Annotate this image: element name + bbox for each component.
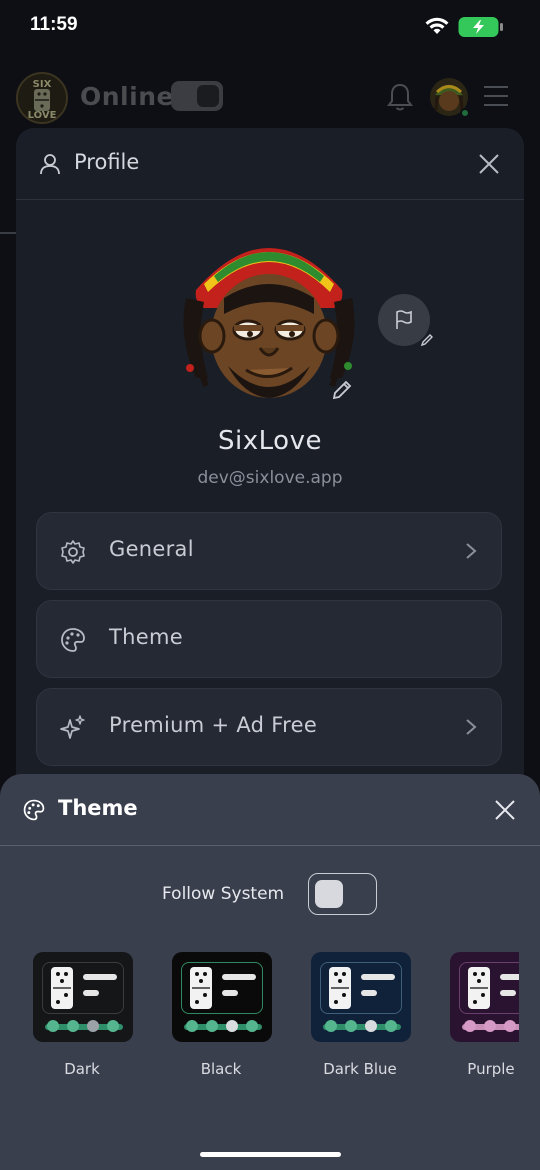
theme-sheet-title: Theme	[58, 796, 138, 820]
theme-option-card[interactable]	[172, 952, 272, 1042]
toggle-knob	[197, 85, 219, 107]
bell-icon[interactable]	[386, 82, 414, 112]
hamburger-menu-icon[interactable]	[482, 84, 510, 108]
follow-system-label: Follow System	[162, 884, 285, 904]
theme-option-label: Dark Blue	[323, 1060, 397, 1078]
preview-dot	[107, 1020, 119, 1032]
profile-panel: Profile SixLove dev@sixlove.app General …	[16, 128, 524, 828]
close-icon[interactable]	[494, 799, 516, 821]
domino-preview-icon	[190, 967, 212, 1009]
preview-line	[83, 974, 117, 980]
background-divider	[0, 232, 16, 234]
app-header: SIX LOVE Online	[0, 68, 540, 128]
close-icon[interactable]	[478, 153, 500, 175]
chevron-right-icon	[466, 719, 477, 735]
chevron-right-icon	[466, 543, 477, 559]
menu-item-label: Premium + Ad Free	[109, 713, 318, 737]
domino-logo-icon	[34, 89, 50, 111]
profile-header: Profile	[16, 128, 524, 200]
app-logo: SIX LOVE	[16, 72, 68, 124]
logo-text-bottom: LOVE	[27, 110, 57, 121]
theme-option-card[interactable]	[311, 952, 411, 1042]
gear-icon	[61, 540, 85, 564]
preview-line	[500, 990, 516, 996]
profile-email: dev@sixlove.app	[197, 468, 343, 488]
preview-dot	[365, 1020, 377, 1032]
preview-dot	[87, 1020, 99, 1032]
preview-dot	[345, 1020, 357, 1032]
menu-item-theme[interactable]: Theme	[36, 600, 502, 678]
toggle-knob	[315, 880, 343, 908]
edit-avatar-pencil-icon[interactable]	[330, 378, 354, 402]
flag-icon	[396, 310, 412, 329]
domino-preview-icon	[51, 967, 73, 1009]
theme-option-label: Dark	[64, 1060, 100, 1078]
theme-options-row[interactable]: Dark Black Dark Blue Purple H	[0, 952, 519, 1092]
preview-dot	[325, 1020, 337, 1032]
preview-dot	[246, 1020, 258, 1032]
profile-name: SixLove	[218, 426, 322, 456]
domino-preview-icon	[468, 967, 490, 1009]
follow-system-toggle[interactable]	[308, 873, 377, 915]
palette-icon	[61, 628, 85, 652]
preview-line	[361, 990, 377, 996]
theme-option-label: Black	[200, 1060, 242, 1078]
preview-line	[83, 990, 99, 996]
palette-icon	[23, 799, 45, 821]
preview-dot	[226, 1020, 238, 1032]
theme-sheet: Theme Follow System Dark Black Dark Blue Pu…	[0, 774, 540, 1170]
theme-option-card[interactable]	[33, 952, 133, 1042]
battery-icon	[458, 17, 503, 37]
preview-line	[500, 974, 519, 980]
preview-dot	[464, 1020, 476, 1032]
sparkles-icon	[60, 715, 85, 739]
preview-dot	[186, 1020, 198, 1032]
online-toggle[interactable]	[171, 81, 223, 111]
home-indicator	[200, 1152, 341, 1157]
preview-dot	[47, 1020, 59, 1032]
profile-title: Profile	[74, 150, 140, 174]
preview-line	[222, 990, 238, 996]
preview-dot	[206, 1020, 218, 1032]
user-icon	[40, 154, 60, 175]
menu-item-label: Theme	[109, 625, 183, 649]
theme-sheet-header: Theme	[0, 774, 540, 846]
preview-dot	[67, 1020, 79, 1032]
preview-dot	[504, 1020, 516, 1032]
domino-preview-icon	[329, 967, 351, 1009]
status-time: 11:59	[30, 14, 78, 35]
status-bar: 11:59	[0, 0, 540, 54]
preview-dot	[484, 1020, 496, 1032]
menu-item-premium[interactable]: Premium + Ad Free	[36, 688, 502, 766]
preview-line	[361, 974, 395, 980]
menu-item-label: General	[109, 537, 194, 561]
theme-option-card[interactable]	[450, 952, 519, 1042]
wifi-icon	[425, 17, 449, 34]
edit-flag-pencil-icon[interactable]	[420, 333, 434, 347]
preview-dot	[385, 1020, 397, 1032]
online-status-dot	[460, 108, 470, 118]
menu-item-general[interactable]: General	[36, 512, 502, 590]
online-label: Online	[80, 82, 174, 111]
preview-line	[222, 974, 256, 980]
theme-option-label: Purple H	[467, 1060, 519, 1078]
